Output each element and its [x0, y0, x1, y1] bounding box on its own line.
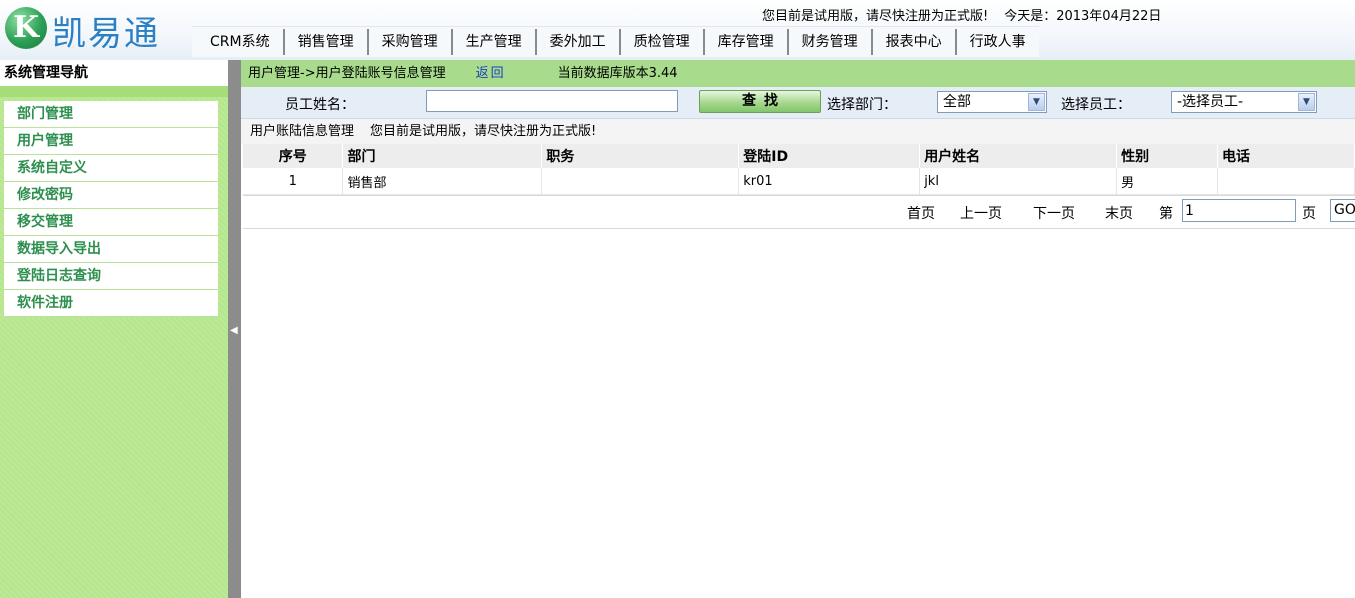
dept-select[interactable]: 全部 ▼ — [937, 91, 1047, 113]
employee-select[interactable]: -选择员工- ▼ — [1171, 91, 1317, 113]
sidebar-item-change-password[interactable]: 修改密码 — [4, 182, 218, 209]
sidebar-item-users[interactable]: 用户管理 — [4, 128, 218, 155]
nav-hr[interactable]: 行政人事 — [957, 29, 1039, 55]
search-button[interactable]: 查找 — [699, 90, 821, 113]
sidebar: 系统管理导航 部门管理 用户管理 系统自定义 修改密码 移交管理 数据导入导出 … — [0, 60, 228, 598]
sidebar-item-import-export[interactable]: 数据导入导出 — [4, 236, 218, 263]
breadcrumb: 用户管理->用户登陆账号信息管理 返回 当前数据库版本3.44 — [241, 60, 1355, 87]
trial-notice: 您目前是试用版，请尽快注册为正式版! 今天是：2013年04月22日 — [762, 5, 1161, 24]
sidebar-item-registration[interactable]: 软件注册 — [4, 290, 218, 317]
cell-position — [541, 168, 740, 195]
dept-label: 选择部门： — [827, 97, 897, 113]
employee-label: 选择员工： — [1061, 97, 1131, 113]
col-header-department: 部门 — [342, 144, 543, 168]
users-table: 序号 部门 职务 登陆ID 用户姓名 性别 电话 1 销售部 kr01 jkl … — [243, 144, 1355, 195]
cell-user-name: jkl — [919, 168, 1118, 195]
employee-selected-value: -选择员工- — [1177, 94, 1244, 110]
logo-icon: K — [5, 7, 47, 49]
sidebar-item-login-log[interactable]: 登陆日志查询 — [4, 263, 218, 290]
table-trial-notice: 您目前是试用版，请尽快注册为正式版! — [370, 124, 597, 139]
cell-phone — [1217, 168, 1355, 195]
sidebar-divider — [0, 86, 228, 97]
collapse-arrow-icon[interactable]: ◀ — [230, 325, 238, 337]
nav-finance[interactable]: 财务管理 — [789, 29, 873, 55]
col-header-gender: 性别 — [1116, 144, 1219, 168]
trial-notice-text: 您目前是试用版，请尽快注册为正式版! — [762, 9, 989, 24]
dept-selected-value: 全部 — [943, 94, 971, 110]
col-header-phone: 电话 — [1217, 144, 1355, 168]
go-button[interactable]: GO — [1330, 199, 1355, 222]
cell-department: 销售部 — [342, 168, 543, 195]
page-suffix: 页 — [1302, 206, 1316, 222]
table-header-row: 序号 部门 职务 登陆ID 用户姓名 性别 电话 — [243, 144, 1355, 168]
logo-text: 凯易通 — [52, 14, 160, 54]
current-date: 今天是：2013年04月22日 — [1004, 9, 1162, 24]
page-prefix: 第 — [1159, 206, 1173, 222]
chevron-down-icon[interactable]: ▼ — [1028, 93, 1045, 111]
nav-outsourcing[interactable]: 委外加工 — [537, 29, 621, 55]
nav-inventory[interactable]: 库存管理 — [705, 29, 789, 55]
pagination: 首页 上一页 下一页 末页 第 页 GO — [243, 195, 1355, 229]
table-row[interactable]: 1 销售部 kr01 jkl 男 — [243, 168, 1355, 195]
sidebar-item-handover[interactable]: 移交管理 — [4, 209, 218, 236]
app-header: K 凯易通 您目前是试用版，请尽快注册为正式版! 今天是：2013年04月22日 … — [0, 0, 1355, 60]
employee-name-input[interactable] — [426, 90, 678, 112]
next-page-link[interactable]: 下一页 — [1033, 203, 1075, 223]
first-page-link[interactable]: 首页 — [907, 203, 935, 223]
nav-sales[interactable]: 销售管理 — [285, 29, 369, 55]
prev-page-link[interactable]: 上一页 — [960, 203, 1002, 223]
breadcrumb-path: 用户管理->用户登陆账号信息管理 — [248, 66, 446, 81]
nav-purchase[interactable]: 采购管理 — [369, 29, 453, 55]
nav-production[interactable]: 生产管理 — [453, 29, 537, 55]
employee-name-label: 员工姓名： — [285, 97, 355, 113]
sidebar-item-customization[interactable]: 系统自定义 — [4, 155, 218, 182]
sidebar-item-departments[interactable]: 部门管理 — [4, 101, 218, 128]
sidebar-list: 部门管理 用户管理 系统自定义 修改密码 移交管理 数据导入导出 登陆日志查询 … — [4, 101, 218, 317]
last-page-link[interactable]: 末页 — [1105, 203, 1133, 223]
table-title-bar: 用户账陆信息管理 您目前是试用版，请尽快注册为正式版! — [241, 119, 1355, 144]
nav-reports[interactable]: 报表中心 — [873, 29, 957, 55]
top-nav: CRM系统 销售管理 采购管理 生产管理 委外加工 质检管理 库存管理 财务管理… — [192, 26, 1039, 57]
nav-crm[interactable]: CRM系统 — [192, 29, 285, 55]
search-bar: 员工姓名： 查找 选择部门： 全部 ▼ 选择员工： -选择员工- ▼ — [241, 87, 1355, 119]
page-number-input[interactable] — [1182, 199, 1296, 222]
sidebar-title: 系统管理导航 — [0, 60, 228, 86]
nav-quality[interactable]: 质检管理 — [621, 29, 705, 55]
table-title: 用户账陆信息管理 — [250, 124, 355, 139]
cell-login-id: kr01 — [738, 168, 921, 195]
cell-gender: 男 — [1116, 168, 1219, 195]
col-header-user-name: 用户姓名 — [919, 144, 1118, 168]
chevron-down-icon[interactable]: ▼ — [1298, 93, 1315, 111]
col-header-login-id: 登陆ID — [738, 144, 921, 168]
col-header-index: 序号 — [243, 144, 344, 168]
cell-index: 1 — [243, 168, 344, 195]
main-content: 用户管理->用户登陆账号信息管理 返回 当前数据库版本3.44 员工姓名： 查找 选… — [241, 60, 1355, 598]
back-link[interactable]: 返回 — [476, 66, 506, 81]
col-header-position: 职务 — [541, 144, 740, 168]
sidebar-splitter[interactable]: ◀ — [228, 60, 241, 598]
db-version: 当前数据库版本3.44 — [557, 66, 678, 81]
